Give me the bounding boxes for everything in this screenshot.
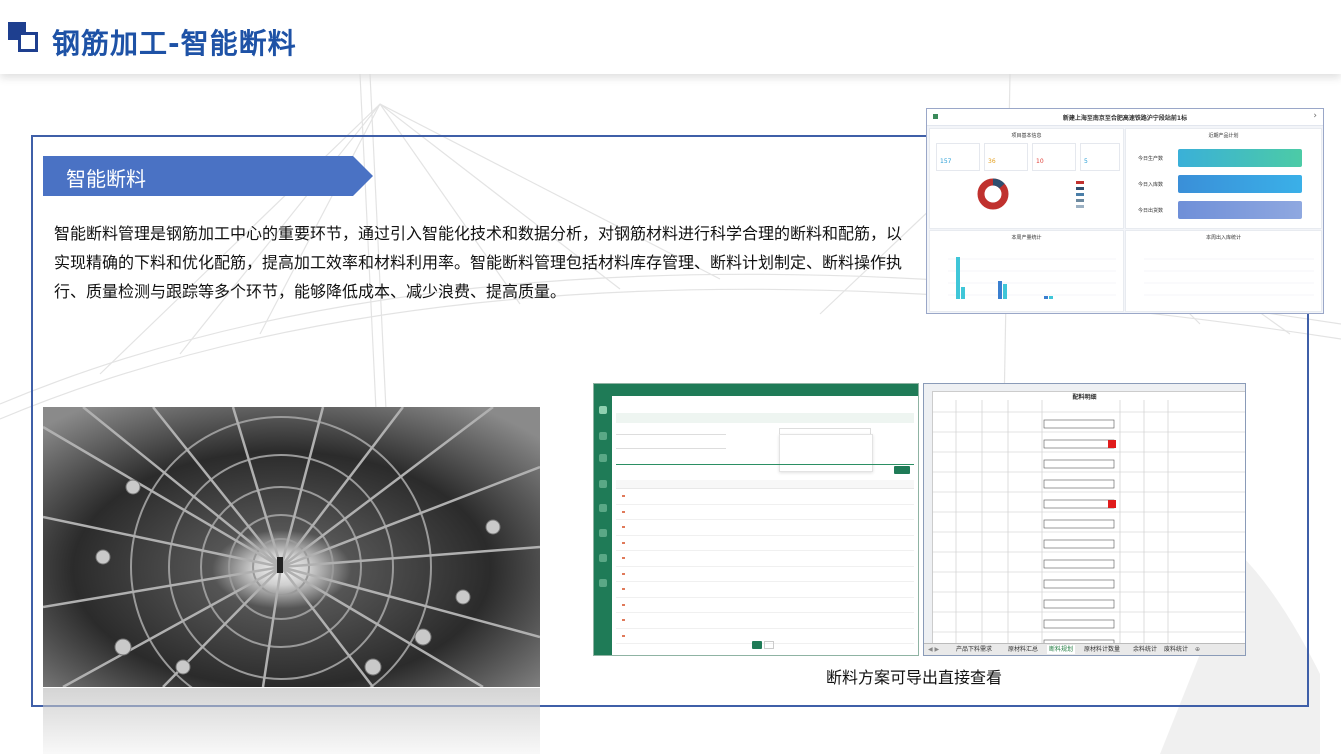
mgmt-table-row [616, 613, 914, 629]
cut-plan-bar [1043, 619, 1115, 629]
section-description: 智能断料管理是钢筋加工中心的重要环节，通过引入智能化技术和数据分析，对钢筋材料进… [54, 224, 903, 301]
mgmt-sidebar [594, 384, 612, 655]
section-tag-label: 智能断料 [66, 167, 146, 191]
sheet-tab[interactable]: 原材料计数量 [1084, 645, 1120, 654]
excel-sheet-tabs: ◀ ▶ 产品下料需求 原材料汇总 断料规划 原材料计数量 余料统计 废料统计 ⊕ [924, 643, 1245, 655]
production-plan-panel: 近期产品计划 今日生产数 今日入库数 今日出货数 [1125, 128, 1322, 229]
mgmt-table-row [616, 536, 914, 551]
weekly-production-chart [948, 257, 1116, 299]
sheet-tab[interactable]: 余料统计 [1133, 645, 1157, 654]
export-caption: 断料方案可导出直接查看 [826, 668, 1003, 687]
page-title: 钢筋加工-智能断料 [52, 27, 297, 60]
donut-chart [977, 178, 1009, 210]
cut-plan-bar [1043, 419, 1115, 429]
cut-plan-bar [1043, 459, 1115, 469]
cut-plan-bar [1043, 499, 1115, 509]
excel-grid [932, 400, 1245, 644]
cut-plan-bar [1043, 559, 1115, 569]
cut-plan-bar [1043, 519, 1115, 529]
sheet-tab[interactable]: 产品下料需求 [956, 645, 992, 654]
add-sheet-icon[interactable]: ⊕ [1195, 645, 1200, 654]
mgmt-table-row [616, 582, 914, 598]
sheet-tab[interactable]: 废料统计 [1164, 645, 1188, 654]
rebar-cage-photo [43, 407, 540, 687]
weekly-inout-chart [1144, 258, 1314, 296]
page-header: 钢筋加工-智能断料 [0, 0, 1341, 74]
waste-marker [1108, 500, 1116, 508]
pagination-current[interactable] [752, 641, 762, 649]
pagination-next[interactable] [764, 641, 774, 649]
dashboard-screenshot: 新建上海至南京至合肥高速铁路沪宁段站前1标 › 项目基本信息 157 36 10… [926, 108, 1324, 314]
mgmt-table-row [616, 567, 914, 582]
excel-export-screenshot: 配料明细 ◀ ▶ 产品下料需求 原材料汇总 断料规划 原材料计数量 余料统计 废… [923, 383, 1246, 656]
mgmt-table-row [616, 520, 914, 536]
logo-icon [8, 22, 42, 54]
cutting-management-screenshot [593, 383, 919, 656]
weekly-production-panel: 本周产量统计 [929, 230, 1124, 312]
dashboard-project-name: 新建上海至南京至合肥高速铁路沪宁段站前1标 [1062, 115, 1188, 122]
sheet-tab[interactable]: 原材料汇总 [1008, 645, 1038, 654]
weekly-inout-panel: 本周出入库统计 [1125, 230, 1322, 312]
waste-marker [1108, 440, 1116, 448]
sheet-tab-active[interactable]: 断料规划 [1047, 645, 1076, 654]
mgmt-table-row [616, 598, 914, 613]
photo-reflection [43, 688, 540, 754]
cut-plan-bar [1043, 539, 1115, 549]
cut-plan-bar [1043, 479, 1115, 489]
add-cutting-button[interactable] [894, 466, 910, 474]
cut-plan-bar [1043, 599, 1115, 609]
project-info-panel: 项目基本信息 157 36 10 5 [929, 128, 1124, 229]
cut-plan-bar [1043, 439, 1115, 449]
mgmt-table-row [616, 489, 914, 505]
cut-plan-bar [1043, 579, 1115, 589]
mgmt-topbar [612, 384, 918, 396]
mgmt-table-row [616, 505, 914, 520]
mgmt-table-row [616, 551, 914, 567]
